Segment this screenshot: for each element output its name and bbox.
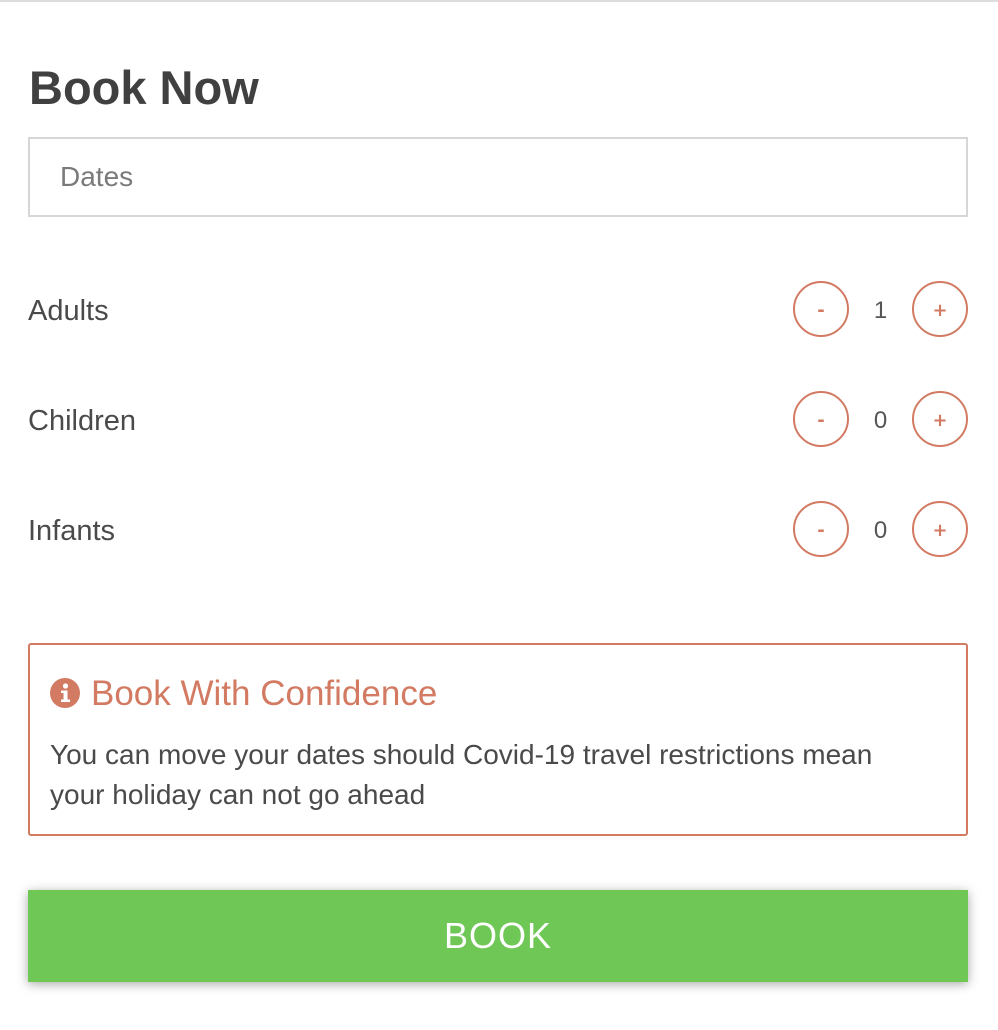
infants-count: 0 bbox=[873, 517, 888, 544]
book-button[interactable]: BOOK bbox=[28, 890, 968, 982]
page-title: Book Now bbox=[29, 61, 259, 114]
infants-decrement-button[interactable]: - bbox=[793, 501, 849, 557]
infants-increment-button[interactable]: + bbox=[912, 501, 968, 557]
guest-row-adults: Adults - 1 + bbox=[28, 281, 968, 341]
children-decrement-button[interactable]: - bbox=[793, 391, 849, 447]
adults-count: 1 bbox=[873, 297, 888, 324]
guest-row-infants: Infants - 0 + bbox=[28, 501, 968, 561]
adults-decrement-button[interactable]: - bbox=[793, 281, 849, 337]
children-count: 0 bbox=[873, 407, 888, 434]
top-divider bbox=[0, 0, 998, 2]
guest-row-children: Children - 0 + bbox=[28, 391, 968, 451]
children-increment-button[interactable]: + bbox=[912, 391, 968, 447]
adults-stepper: - 1 + bbox=[793, 281, 968, 341]
adults-label: Adults bbox=[28, 295, 109, 327]
info-circle-icon bbox=[50, 678, 80, 708]
children-stepper: - 0 + bbox=[793, 391, 968, 451]
children-label: Children bbox=[28, 405, 136, 437]
infants-stepper: - 0 + bbox=[793, 501, 968, 561]
book-with-confidence-notice: Book With Confidence You can move your d… bbox=[28, 643, 968, 836]
adults-increment-button[interactable]: + bbox=[912, 281, 968, 337]
notice-title: Book With Confidence bbox=[91, 674, 438, 713]
infants-label: Infants bbox=[28, 515, 116, 547]
notice-text: You can move your dates should Covid-19 … bbox=[50, 739, 873, 810]
dates-input[interactable] bbox=[28, 137, 968, 217]
